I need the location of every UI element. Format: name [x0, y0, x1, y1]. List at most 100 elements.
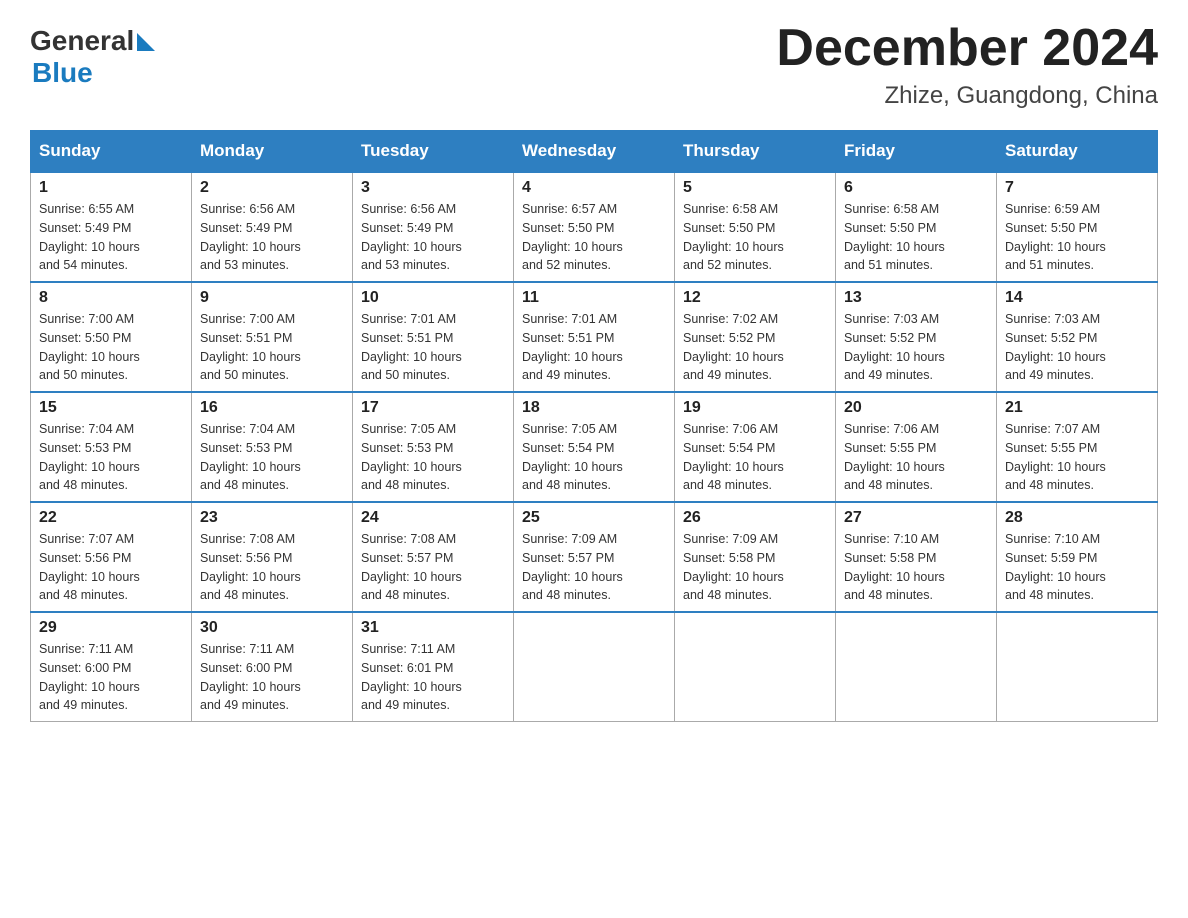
- day-number: 7: [1005, 179, 1149, 197]
- day-info: Sunrise: 7:05 AMSunset: 5:54 PMDaylight:…: [522, 420, 666, 495]
- day-cell: 5 Sunrise: 6:58 AMSunset: 5:50 PMDaylight…: [675, 172, 836, 282]
- day-cell: 26 Sunrise: 7:09 AMSunset: 5:58 PMDayligh…: [675, 502, 836, 612]
- logo-triangle-icon: [137, 33, 155, 56]
- day-number: 6: [844, 179, 988, 197]
- location-title: Zhize, Guangdong, China: [776, 82, 1158, 110]
- title-area: December 2024 Zhize, Guangdong, China: [776, 20, 1158, 110]
- day-cell: 16 Sunrise: 7:04 AMSunset: 5:53 PMDayligh…: [192, 392, 353, 502]
- day-number: 2: [200, 179, 344, 197]
- col-saturday: Saturday: [997, 131, 1158, 173]
- day-cell: 7 Sunrise: 6:59 AMSunset: 5:50 PMDaylight…: [997, 172, 1158, 282]
- day-number: 10: [361, 289, 505, 307]
- day-info: Sunrise: 7:07 AMSunset: 5:55 PMDaylight:…: [1005, 420, 1149, 495]
- day-number: 16: [200, 399, 344, 417]
- day-info: Sunrise: 7:09 AMSunset: 5:58 PMDaylight:…: [683, 530, 827, 605]
- day-cell: 15 Sunrise: 7:04 AMSunset: 5:53 PMDayligh…: [31, 392, 192, 502]
- week-row-4: 22Sunrise: 7:07 AMSunset: 5:56 PMDayligh…: [31, 502, 1158, 612]
- day-cell: 4Sunrise: 6:57 AMSunset: 5:50 PMDaylight…: [514, 172, 675, 282]
- day-cell: 29Sunrise: 7:11 AMSunset: 6:00 PMDayligh…: [31, 612, 192, 722]
- day-info: Sunrise: 7:03 AMSunset: 5:52 PMDaylight:…: [1005, 310, 1149, 385]
- day-number: 26: [683, 509, 827, 527]
- day-info: Sunrise: 6:58 AMSunset: 5:50 PMDaylight:…: [683, 200, 827, 275]
- day-info: Sunrise: 7:00 AMSunset: 5:51 PMDaylight:…: [200, 310, 344, 385]
- day-info: Sunrise: 7:11 AMSunset: 6:01 PMDaylight:…: [361, 640, 505, 715]
- day-cell: 1Sunrise: 6:55 AMSunset: 5:49 PMDaylight…: [31, 172, 192, 282]
- day-cell: 20 Sunrise: 7:06 AMSunset: 5:55 PMDayligh…: [836, 392, 997, 502]
- day-info: Sunrise: 7:04 AMSunset: 5:53 PMDaylight:…: [200, 420, 344, 495]
- day-info: Sunrise: 7:07 AMSunset: 5:56 PMDaylight:…: [39, 530, 183, 605]
- day-cell: 21Sunrise: 7:07 AMSunset: 5:55 PMDayligh…: [997, 392, 1158, 502]
- day-cell: 14Sunrise: 7:03 AMSunset: 5:52 PMDayligh…: [997, 282, 1158, 392]
- day-cell: 9 Sunrise: 7:00 AMSunset: 5:51 PMDaylight…: [192, 282, 353, 392]
- day-cell: 25 Sunrise: 7:09 AMSunset: 5:57 PMDayligh…: [514, 502, 675, 612]
- day-cell: 24 Sunrise: 7:08 AMSunset: 5:57 PMDayligh…: [353, 502, 514, 612]
- day-cell: 18 Sunrise: 7:05 AMSunset: 5:54 PMDayligh…: [514, 392, 675, 502]
- logo-blue-text: Blue: [32, 57, 93, 89]
- header-row: Sunday Monday Tuesday Wednesday Thursday…: [31, 131, 1158, 173]
- header: General Blue December 2024 Zhize, Guangd…: [30, 20, 1158, 110]
- col-tuesday: Tuesday: [353, 131, 514, 173]
- day-number: 30: [200, 619, 344, 637]
- day-cell: 22Sunrise: 7:07 AMSunset: 5:56 PMDayligh…: [31, 502, 192, 612]
- col-monday: Monday: [192, 131, 353, 173]
- day-info: Sunrise: 7:06 AMSunset: 5:55 PMDaylight:…: [844, 420, 988, 495]
- week-row-2: 8Sunrise: 7:00 AMSunset: 5:50 PMDaylight…: [31, 282, 1158, 392]
- day-cell: 23 Sunrise: 7:08 AMSunset: 5:56 PMDayligh…: [192, 502, 353, 612]
- week-row-5: 29 Sunrise: 7:11 AMSunset: 6:00 PMDayligh…: [31, 612, 1158, 722]
- day-number: 29: [39, 619, 183, 637]
- day-number: 8: [39, 289, 183, 307]
- day-info: Sunrise: 7:04 AMSunset: 5:53 PMDaylight:…: [39, 420, 183, 495]
- day-info: Sunrise: 7:09 AMSunset: 5:57 PMDaylight:…: [522, 530, 666, 605]
- day-number: 23: [200, 509, 344, 527]
- day-cell: 8Sunrise: 7:00 AMSunset: 5:50 PMDaylight…: [31, 282, 192, 392]
- day-number: 13: [844, 289, 988, 307]
- day-cell: 2 Sunrise: 6:56 AMSunset: 5:49 PMDaylight…: [192, 172, 353, 282]
- day-cell: [675, 612, 836, 722]
- week-row-3: 15 Sunrise: 7:04 AMSunset: 5:53 PMDayligh…: [31, 392, 1158, 502]
- week-row-1: 1Sunrise: 6:55 AMSunset: 5:49 PMDaylight…: [31, 172, 1158, 282]
- day-cell: 3Sunrise: 6:56 AMSunset: 5:49 PMDaylight…: [353, 172, 514, 282]
- day-number: 24: [361, 509, 505, 527]
- day-info: Sunrise: 7:11 AMSunset: 6:00 PMDaylight:…: [200, 640, 344, 715]
- day-info: Sunrise: 6:55 AMSunset: 5:49 PMDaylight:…: [39, 200, 183, 275]
- day-cell: 10Sunrise: 7:01 AMSunset: 5:51 PMDayligh…: [353, 282, 514, 392]
- day-number: 5: [683, 179, 827, 197]
- day-number: 4: [522, 179, 666, 197]
- day-number: 18: [522, 399, 666, 417]
- day-cell: 12Sunrise: 7:02 AMSunset: 5:52 PMDayligh…: [675, 282, 836, 392]
- day-number: 25: [522, 509, 666, 527]
- day-number: 31: [361, 619, 505, 637]
- day-cell: 19 Sunrise: 7:06 AMSunset: 5:54 PMDayligh…: [675, 392, 836, 502]
- day-number: 20: [844, 399, 988, 417]
- day-info: Sunrise: 7:08 AMSunset: 5:57 PMDaylight:…: [361, 530, 505, 605]
- day-info: Sunrise: 7:06 AMSunset: 5:54 PMDaylight:…: [683, 420, 827, 495]
- col-sunday: Sunday: [31, 131, 192, 173]
- day-number: 15: [39, 399, 183, 417]
- day-info: Sunrise: 7:10 AMSunset: 5:58 PMDaylight:…: [844, 530, 988, 605]
- day-info: Sunrise: 7:01 AMSunset: 5:51 PMDaylight:…: [522, 310, 666, 385]
- day-info: Sunrise: 6:56 AMSunset: 5:49 PMDaylight:…: [361, 200, 505, 275]
- month-title: December 2024: [776, 20, 1158, 77]
- day-cell: [836, 612, 997, 722]
- day-cell: 17Sunrise: 7:05 AMSunset: 5:53 PMDayligh…: [353, 392, 514, 502]
- day-cell: 27 Sunrise: 7:10 AMSunset: 5:58 PMDayligh…: [836, 502, 997, 612]
- day-cell: [997, 612, 1158, 722]
- day-info: Sunrise: 7:05 AMSunset: 5:53 PMDaylight:…: [361, 420, 505, 495]
- day-cell: 6Sunrise: 6:58 AMSunset: 5:50 PMDaylight…: [836, 172, 997, 282]
- logo: General Blue: [30, 20, 155, 89]
- day-number: 27: [844, 509, 988, 527]
- col-thursday: Thursday: [675, 131, 836, 173]
- day-number: 9: [200, 289, 344, 307]
- col-friday: Friday: [836, 131, 997, 173]
- day-info: Sunrise: 7:03 AMSunset: 5:52 PMDaylight:…: [844, 310, 988, 385]
- day-number: 19: [683, 399, 827, 417]
- day-cell: 13 Sunrise: 7:03 AMSunset: 5:52 PMDayligh…: [836, 282, 997, 392]
- logo-general-text: General: [30, 25, 134, 57]
- day-info: Sunrise: 6:56 AMSunset: 5:49 PMDaylight:…: [200, 200, 344, 275]
- day-cell: 28Sunrise: 7:10 AMSunset: 5:59 PMDayligh…: [997, 502, 1158, 612]
- day-info: Sunrise: 6:59 AMSunset: 5:50 PMDaylight:…: [1005, 200, 1149, 275]
- day-cell: 11Sunrise: 7:01 AMSunset: 5:51 PMDayligh…: [514, 282, 675, 392]
- day-info: Sunrise: 7:10 AMSunset: 5:59 PMDaylight:…: [1005, 530, 1149, 605]
- day-cell: 31 Sunrise: 7:11 AMSunset: 6:01 PMDayligh…: [353, 612, 514, 722]
- day-info: Sunrise: 7:08 AMSunset: 5:56 PMDaylight:…: [200, 530, 344, 605]
